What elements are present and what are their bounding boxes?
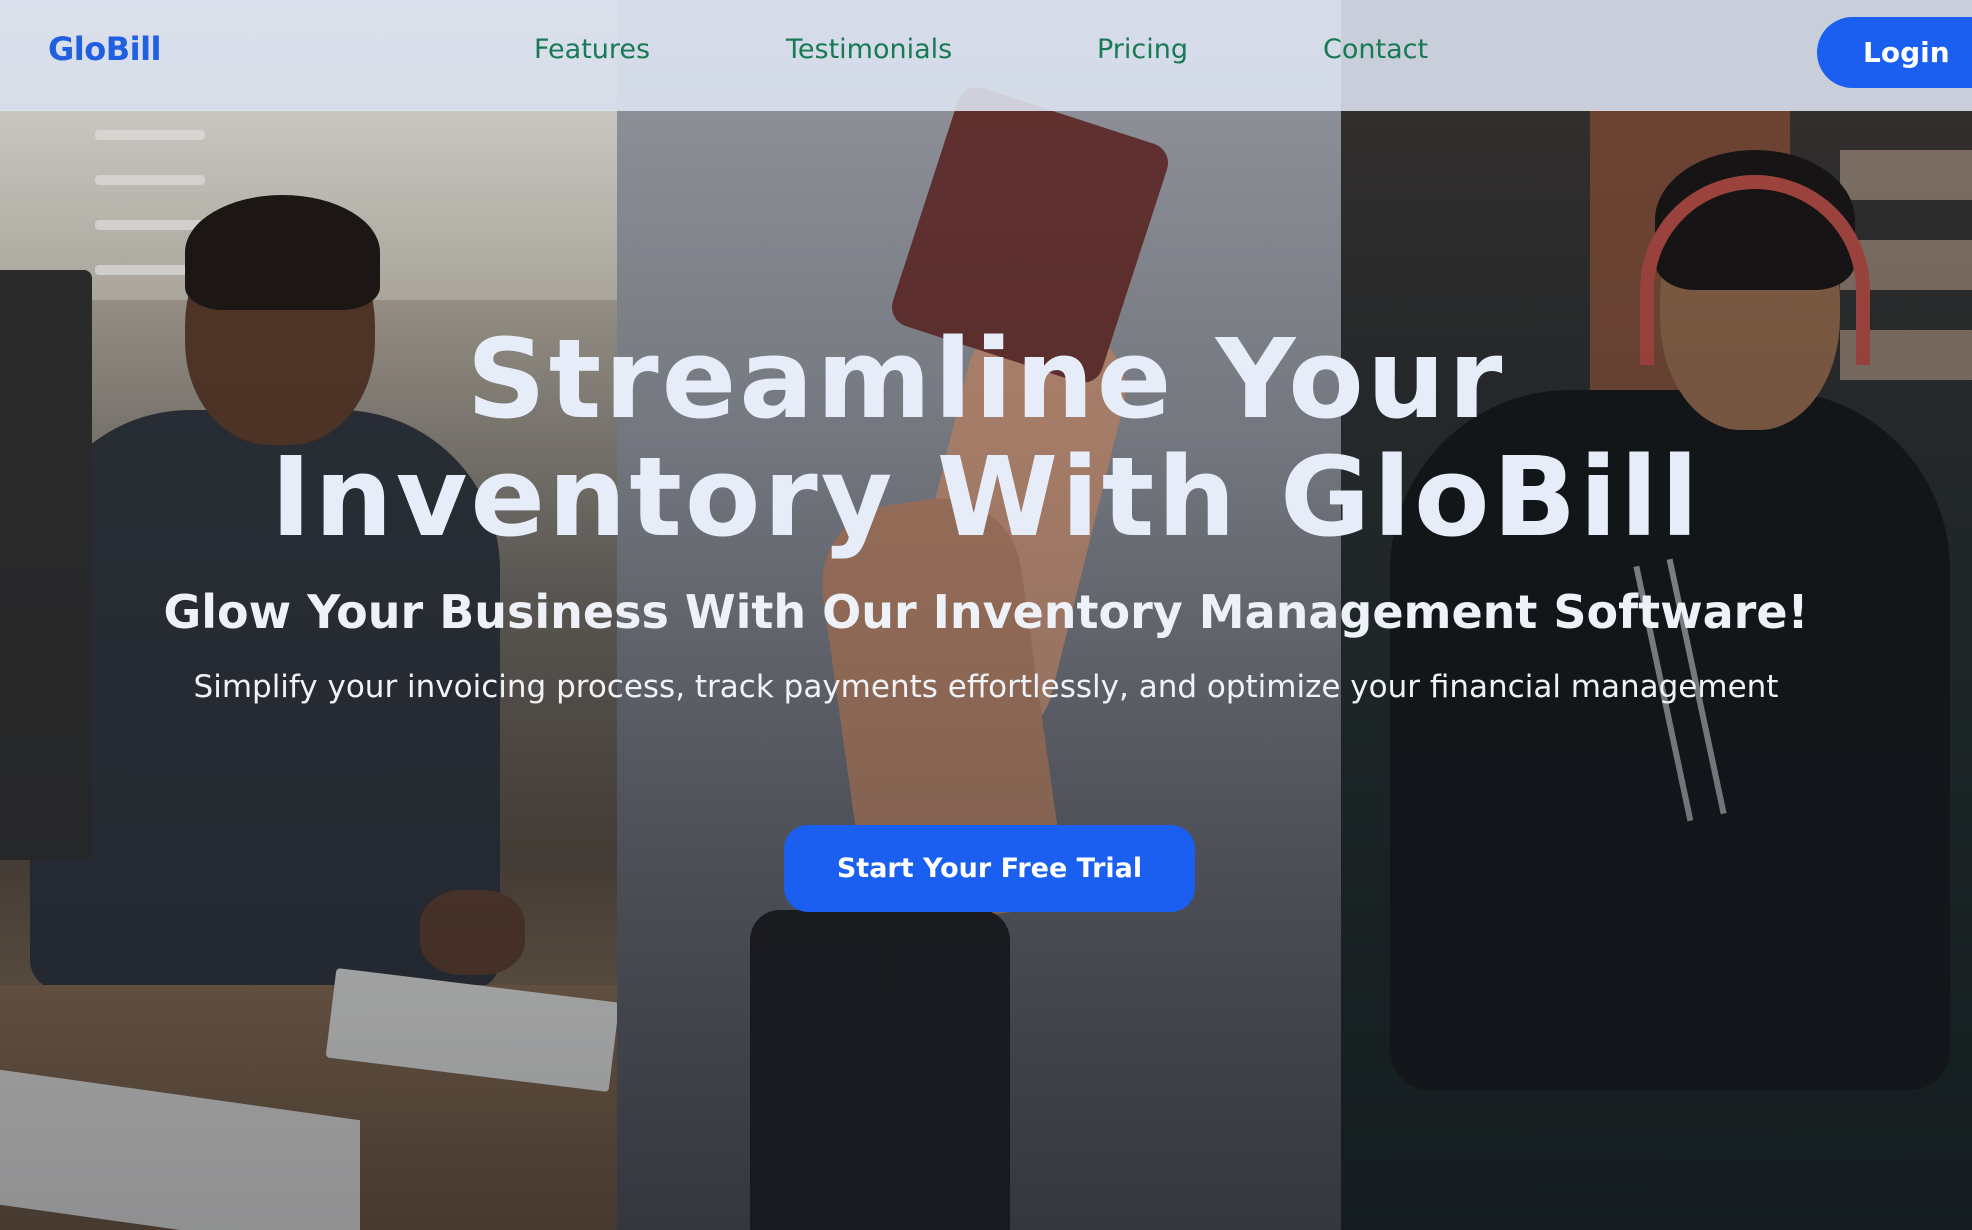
nav-link-pricing[interactable]: Pricing bbox=[1097, 34, 1188, 65]
hero-headline-line-2: Inventory With GloBill bbox=[270, 433, 1702, 561]
nav-links: Features Testimonials Pricing Contact bbox=[0, 34, 1972, 74]
nav-link-testimonials[interactable]: Testimonials bbox=[786, 34, 952, 65]
nav-link-features[interactable]: Features bbox=[534, 34, 650, 65]
hero-subheadline: Glow Your Business With Our Inventory Ma… bbox=[163, 585, 1809, 639]
start-free-trial-button[interactable]: Start Your Free Trial bbox=[784, 825, 1195, 912]
hero-description: Simplify your invoicing process, track p… bbox=[193, 669, 1779, 705]
navbar: GloBill Features Testimonials Pricing Co… bbox=[0, 0, 1972, 111]
hero-headline-line-1: Streamline Your bbox=[466, 315, 1506, 443]
login-button[interactable]: Login bbox=[1817, 17, 1972, 88]
nav-link-contact[interactable]: Contact bbox=[1323, 34, 1428, 65]
hero-headline: Streamline Your Inventory With GloBill bbox=[0, 320, 1972, 556]
